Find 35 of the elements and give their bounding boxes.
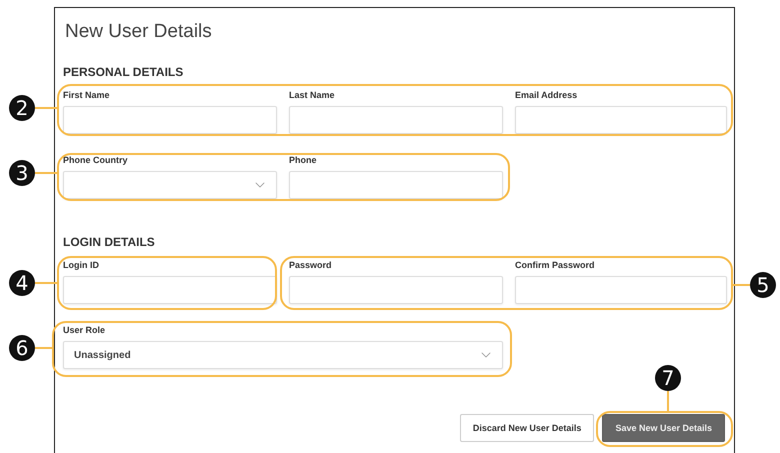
field-label: Last Name xyxy=(289,89,336,101)
leader-line xyxy=(667,391,669,411)
input-field[interactable] xyxy=(515,106,727,134)
callout-number: 7 xyxy=(655,365,681,391)
input-field[interactable] xyxy=(515,276,727,304)
field-label: Confirm Password xyxy=(515,259,596,271)
section-heading: LOGIN DETAILS xyxy=(63,234,156,250)
field-label: Email Address xyxy=(515,89,578,101)
leader-line xyxy=(35,347,52,349)
callout-number: 3 xyxy=(9,160,35,186)
save-button[interactable]: Save New User Details xyxy=(602,414,725,442)
discard-button[interactable]: Discard New User Details xyxy=(460,414,594,442)
input-field[interactable] xyxy=(289,276,503,304)
page-title: New User Details xyxy=(65,20,213,44)
field-label: Phone xyxy=(289,154,318,166)
leader-line xyxy=(733,284,750,286)
callout-number: 5 xyxy=(750,272,776,298)
input-field[interactable] xyxy=(289,171,503,199)
field-label: Phone Country xyxy=(63,154,128,166)
leader-line xyxy=(35,107,57,109)
section-heading: PERSONAL DETAILS xyxy=(63,64,184,80)
callout-number: 6 xyxy=(9,335,35,361)
callout-number: 2 xyxy=(9,95,35,121)
input-field[interactable] xyxy=(289,106,503,134)
field-label: Login ID xyxy=(63,259,100,271)
field-label: First Name xyxy=(63,89,111,101)
leader-line xyxy=(35,172,57,174)
field-label: User Role xyxy=(63,324,106,336)
select-field[interactable] xyxy=(63,171,277,199)
leader-line xyxy=(35,282,57,284)
input-field[interactable] xyxy=(63,276,277,304)
input-field[interactable] xyxy=(63,106,277,134)
select-field[interactable]: Unassigned xyxy=(63,341,503,369)
callout-number: 4 xyxy=(9,270,35,296)
field-label: Password xyxy=(289,259,333,271)
